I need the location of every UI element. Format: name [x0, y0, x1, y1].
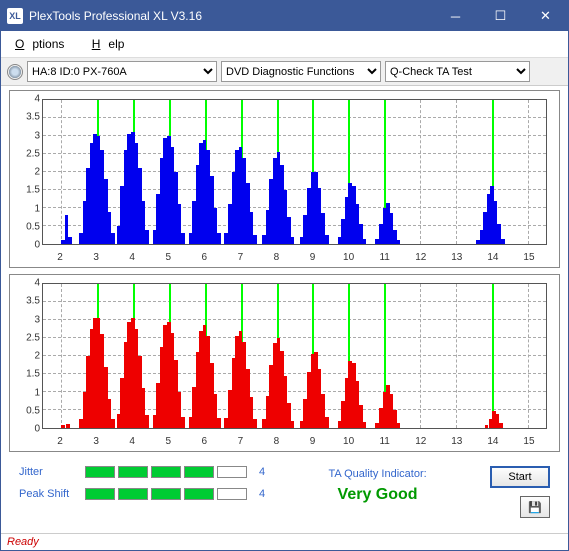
jitter-row: Jitter 4	[19, 466, 265, 478]
statusbar: Ready	[1, 533, 568, 550]
peak-shift-row: Peak Shift 4	[19, 488, 265, 500]
metrics: Jitter 4 Peak Shift 4	[19, 466, 265, 500]
peak-shift-label: Peak Shift	[19, 488, 77, 500]
jitter-bars	[85, 466, 247, 478]
close-button[interactable]: ✕	[523, 1, 568, 31]
save-button[interactable]: 💾	[520, 496, 550, 518]
app-icon: XL	[7, 8, 23, 24]
test-select[interactable]: Q-Check TA Test	[385, 61, 530, 82]
bottom-panel: Jitter 4 Peak Shift 4 TA Quality Indicat…	[9, 458, 560, 524]
quality-value: Very Good	[277, 486, 478, 504]
minimize-button[interactable]: ─	[433, 1, 478, 31]
disc-icon	[7, 64, 23, 80]
save-icon: 💾	[528, 501, 542, 514]
jitter-value: 4	[259, 466, 265, 478]
quality-indicator: TA Quality Indicator: Very Good	[277, 466, 478, 504]
peak-shift-value: 4	[259, 488, 265, 500]
drive-select[interactable]: HA:8 ID:0 PX-760A	[27, 61, 217, 82]
function-select[interactable]: DVD Diagnostic Functions	[221, 61, 381, 82]
menu-options[interactable]: Options	[7, 33, 80, 55]
titlebar: XL PlexTools Professional XL V3.16 ─ ☐ ✕	[1, 1, 568, 31]
chart-pits: 00.511.522.533.5423456789101112131415	[9, 90, 560, 268]
quality-label: TA Quality Indicator:	[277, 468, 478, 480]
actions: Start 💾	[490, 466, 550, 518]
window-title: PlexTools Professional XL V3.16	[29, 9, 433, 23]
jitter-label: Jitter	[19, 466, 77, 478]
start-button[interactable]: Start	[490, 466, 550, 488]
maximize-button[interactable]: ☐	[478, 1, 523, 31]
peak-shift-bars	[85, 488, 247, 500]
menu-help[interactable]: Help	[84, 33, 141, 55]
menubar: Options Help	[1, 31, 568, 58]
chart-area: 00.511.522.533.5423456789101112131415 00…	[1, 86, 568, 533]
chart-lands: 00.511.522.533.5423456789101112131415	[9, 274, 560, 452]
toolbar: HA:8 ID:0 PX-760A DVD Diagnostic Functio…	[1, 58, 568, 86]
